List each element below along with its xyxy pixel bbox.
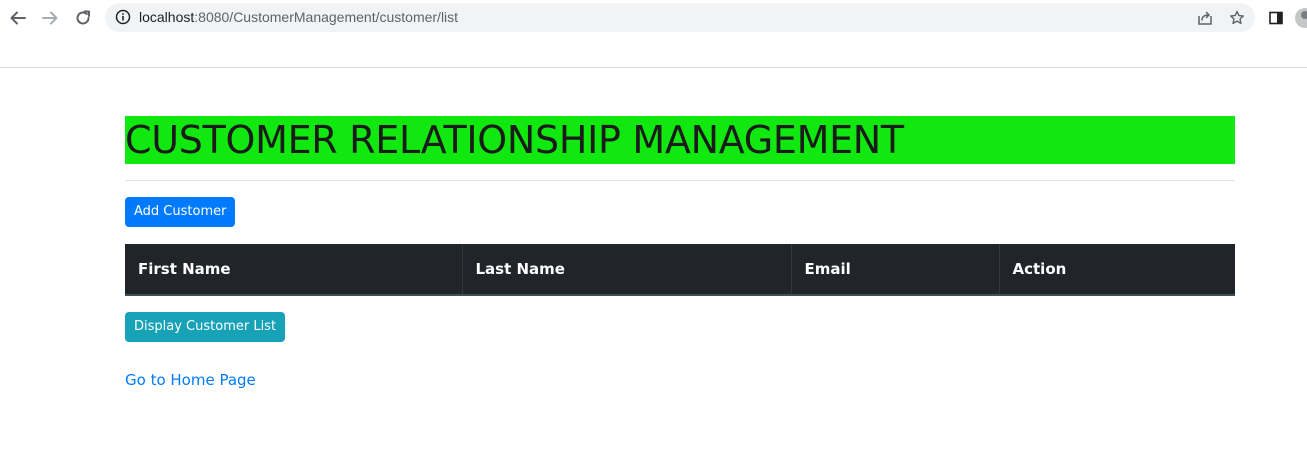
url-host: localhost xyxy=(139,9,195,25)
address-bar[interactable]: localhost:8080/CustomerManagement/custom… xyxy=(105,3,1255,32)
url-path: :8080/CustomerManagement/customer/list xyxy=(194,9,459,25)
back-button[interactable] xyxy=(6,6,30,30)
home-page-link[interactable]: Go to Home Page xyxy=(125,371,256,389)
page-container: CUSTOMER RELATIONSHIP MANAGEMENT Add Cus… xyxy=(125,116,1235,389)
reload-button[interactable] xyxy=(71,6,95,30)
table-header-row: First Name Last Name Email Action xyxy=(125,244,1235,296)
customer-table: First Name Last Name Email Action xyxy=(125,244,1235,296)
url-text[interactable]: localhost:8080/CustomerManagement/custom… xyxy=(139,9,458,25)
side-panel-icon xyxy=(1269,11,1283,25)
column-action: Action xyxy=(999,244,1235,296)
column-last-name: Last Name xyxy=(462,244,792,296)
column-email: Email xyxy=(791,244,1000,296)
display-list-wrapper: Display Customer List xyxy=(125,312,1235,342)
star-icon[interactable] xyxy=(1227,8,1247,28)
reload-icon xyxy=(76,10,90,25)
back-icon xyxy=(10,11,26,25)
info-icon[interactable] xyxy=(115,9,131,29)
column-first-name: First Name xyxy=(125,244,463,296)
profile-icon[interactable] xyxy=(1295,8,1307,28)
browser-toolbar: localhost:8080/CustomerManagement/custom… xyxy=(0,0,1307,36)
add-customer-button[interactable]: Add Customer xyxy=(125,197,236,227)
forward-icon xyxy=(42,11,58,25)
display-customer-list-button[interactable]: Display Customer List xyxy=(125,312,286,342)
table-header: First Name Last Name Email Action xyxy=(125,244,1235,296)
forward-button[interactable] xyxy=(38,6,62,30)
share-icon[interactable] xyxy=(1195,8,1215,28)
page-title: CUSTOMER RELATIONSHIP MANAGEMENT xyxy=(125,116,1235,164)
divider xyxy=(125,180,1235,181)
side-panel-button[interactable] xyxy=(1264,6,1288,30)
toolbar-divider xyxy=(0,67,1307,68)
